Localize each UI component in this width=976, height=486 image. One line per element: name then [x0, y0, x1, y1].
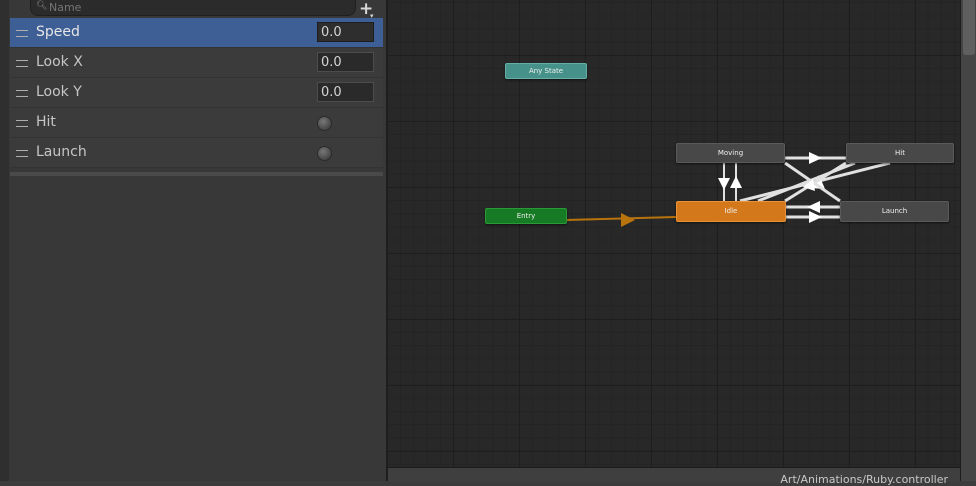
parameter-name: Hit — [36, 114, 56, 130]
arrow-icon — [730, 176, 742, 188]
list-footer-bar — [10, 172, 383, 176]
search-icon: 🔍︎ — [36, 1, 48, 11]
state-moving[interactable]: Moving — [676, 143, 785, 163]
state-idle[interactable]: Idle — [676, 201, 786, 222]
arrow-icon — [809, 152, 822, 164]
trigger-toggle[interactable] — [317, 146, 332, 161]
vertical-scrollbar[interactable] — [960, 0, 976, 481]
drag-handle-icon[interactable] — [16, 60, 28, 67]
transition-hit-idle-2[interactable] — [757, 161, 856, 203]
drag-handle-icon[interactable] — [16, 30, 28, 37]
parameter-row-speed[interactable]: Speed 0.0 — [10, 18, 383, 48]
arrow-icon — [718, 178, 730, 190]
arrow-icon — [809, 211, 822, 223]
asset-path-label: Art/Animations/Ruby.controller — [780, 473, 948, 486]
parameter-name: Speed — [36, 24, 80, 40]
parameter-row-hit[interactable]: Hit — [10, 108, 383, 138]
parameter-value-field[interactable]: 0.0 — [317, 82, 374, 102]
state-hit[interactable]: Hit — [846, 143, 954, 163]
state-entry[interactable]: Entry — [485, 208, 567, 224]
parameter-row-look-x[interactable]: Look X 0.0 — [10, 48, 383, 78]
parameter-name: Look Y — [36, 84, 82, 100]
parameter-row-look-y[interactable]: Look Y 0.0 — [10, 78, 383, 108]
drag-handle-icon[interactable] — [16, 90, 28, 97]
status-bar: Art/Animations/Ruby.controller — [388, 467, 960, 486]
panel-edge — [0, 0, 9, 481]
search-input[interactable] — [49, 0, 339, 14]
parameter-name: Launch — [36, 144, 87, 160]
parameter-value-field[interactable]: 0.0 — [317, 52, 374, 72]
scrollbar-thumb[interactable] — [963, 0, 975, 55]
state-any-state[interactable]: Any State — [505, 63, 587, 79]
transition-links — [565, 152, 891, 227]
arrow-icon — [621, 213, 635, 227]
parameters-panel: 🔍︎ +▾ Speed 0.0 Look X 0.0 Look Y 0.0 Hi… — [0, 0, 388, 481]
parameter-value-field[interactable]: 0.0 — [317, 22, 374, 42]
state-launch[interactable]: Launch — [840, 201, 949, 222]
parameter-search-field[interactable]: 🔍︎ — [30, 0, 356, 16]
drag-handle-icon[interactable] — [16, 120, 28, 127]
drag-handle-icon[interactable] — [16, 150, 28, 157]
parameter-name: Look X — [36, 54, 83, 70]
trigger-toggle[interactable] — [317, 116, 332, 131]
parameter-row-launch[interactable]: Launch — [10, 138, 383, 168]
add-parameter-button[interactable]: + ▾ — [359, 1, 377, 21]
animator-graph-canvas[interactable]: Any State Entry Idle Moving Hit Launch — [388, 0, 960, 467]
arrow-icon — [807, 201, 820, 213]
